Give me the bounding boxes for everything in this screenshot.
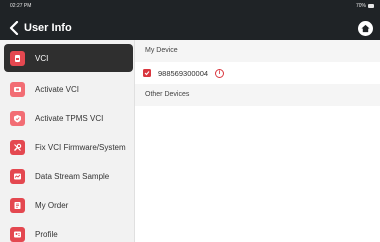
check-icon <box>144 71 150 76</box>
sidebar-item-label: Activate VCI <box>35 84 80 94</box>
sidebar-item-activate-vci[interactable]: Activate VCI <box>4 75 133 103</box>
sidebar-item-activate-tpms-vci[interactable]: Activate TPMS VCI <box>4 104 133 132</box>
device-row[interactable]: 988569300004 i <box>135 62 380 84</box>
device-serial-number: 988569300004 <box>158 68 209 78</box>
sidebar-item-data-stream-sample[interactable]: Data Stream Sample <box>4 162 133 190</box>
sidebar-item-fix-vci-firmware[interactable]: Fix VCI Firmware/System <box>4 133 133 161</box>
top-bar: 02:27 PM 70% User Info <box>0 0 380 40</box>
sidebar-item-profile[interactable]: Profile <box>4 220 133 242</box>
sidebar-item-label: Activate TPMS VCI <box>35 113 104 123</box>
battery-percentage: 70% <box>355 3 366 9</box>
chevron-left-icon[interactable] <box>9 21 19 35</box>
status-indicators: 70% <box>356 3 374 9</box>
order-icon <box>10 197 25 213</box>
info-icon[interactable]: i <box>215 68 225 78</box>
sidebar-item-my-order[interactable]: My Order <box>4 191 133 219</box>
page-title: User Info <box>24 22 72 34</box>
battery-icon <box>368 4 374 8</box>
sidebar-item-label: Data Stream Sample <box>35 171 110 181</box>
home-icon <box>361 24 370 33</box>
device-checkbox[interactable] <box>143 69 151 77</box>
sidebar-item-label: Profile <box>35 229 58 239</box>
sidebar-item-label: Fix VCI Firmware/System <box>35 142 126 152</box>
data-stream-icon <box>10 168 25 184</box>
sidebar-item-vci[interactable]: VCI <box>4 44 133 72</box>
activate-vci-icon <box>10 81 25 97</box>
tpms-icon <box>10 110 25 126</box>
vci-icon <box>10 50 25 66</box>
sidebar: VCI Activate VCI Activate TPMS VCI Fix V… <box>0 40 135 242</box>
sidebar-item-label: VCI <box>35 53 49 63</box>
profile-icon <box>10 226 25 242</box>
other-devices-header: Other Devices <box>135 84 380 106</box>
my-device-header: My Device <box>135 40 380 62</box>
main-content: My Device 988569300004 i Other Devices <box>135 40 380 242</box>
sidebar-item-label: My Order <box>35 200 69 210</box>
status-time: 02:27 PM <box>10 3 32 9</box>
home-button[interactable] <box>358 21 373 36</box>
wrench-icon <box>10 139 25 155</box>
